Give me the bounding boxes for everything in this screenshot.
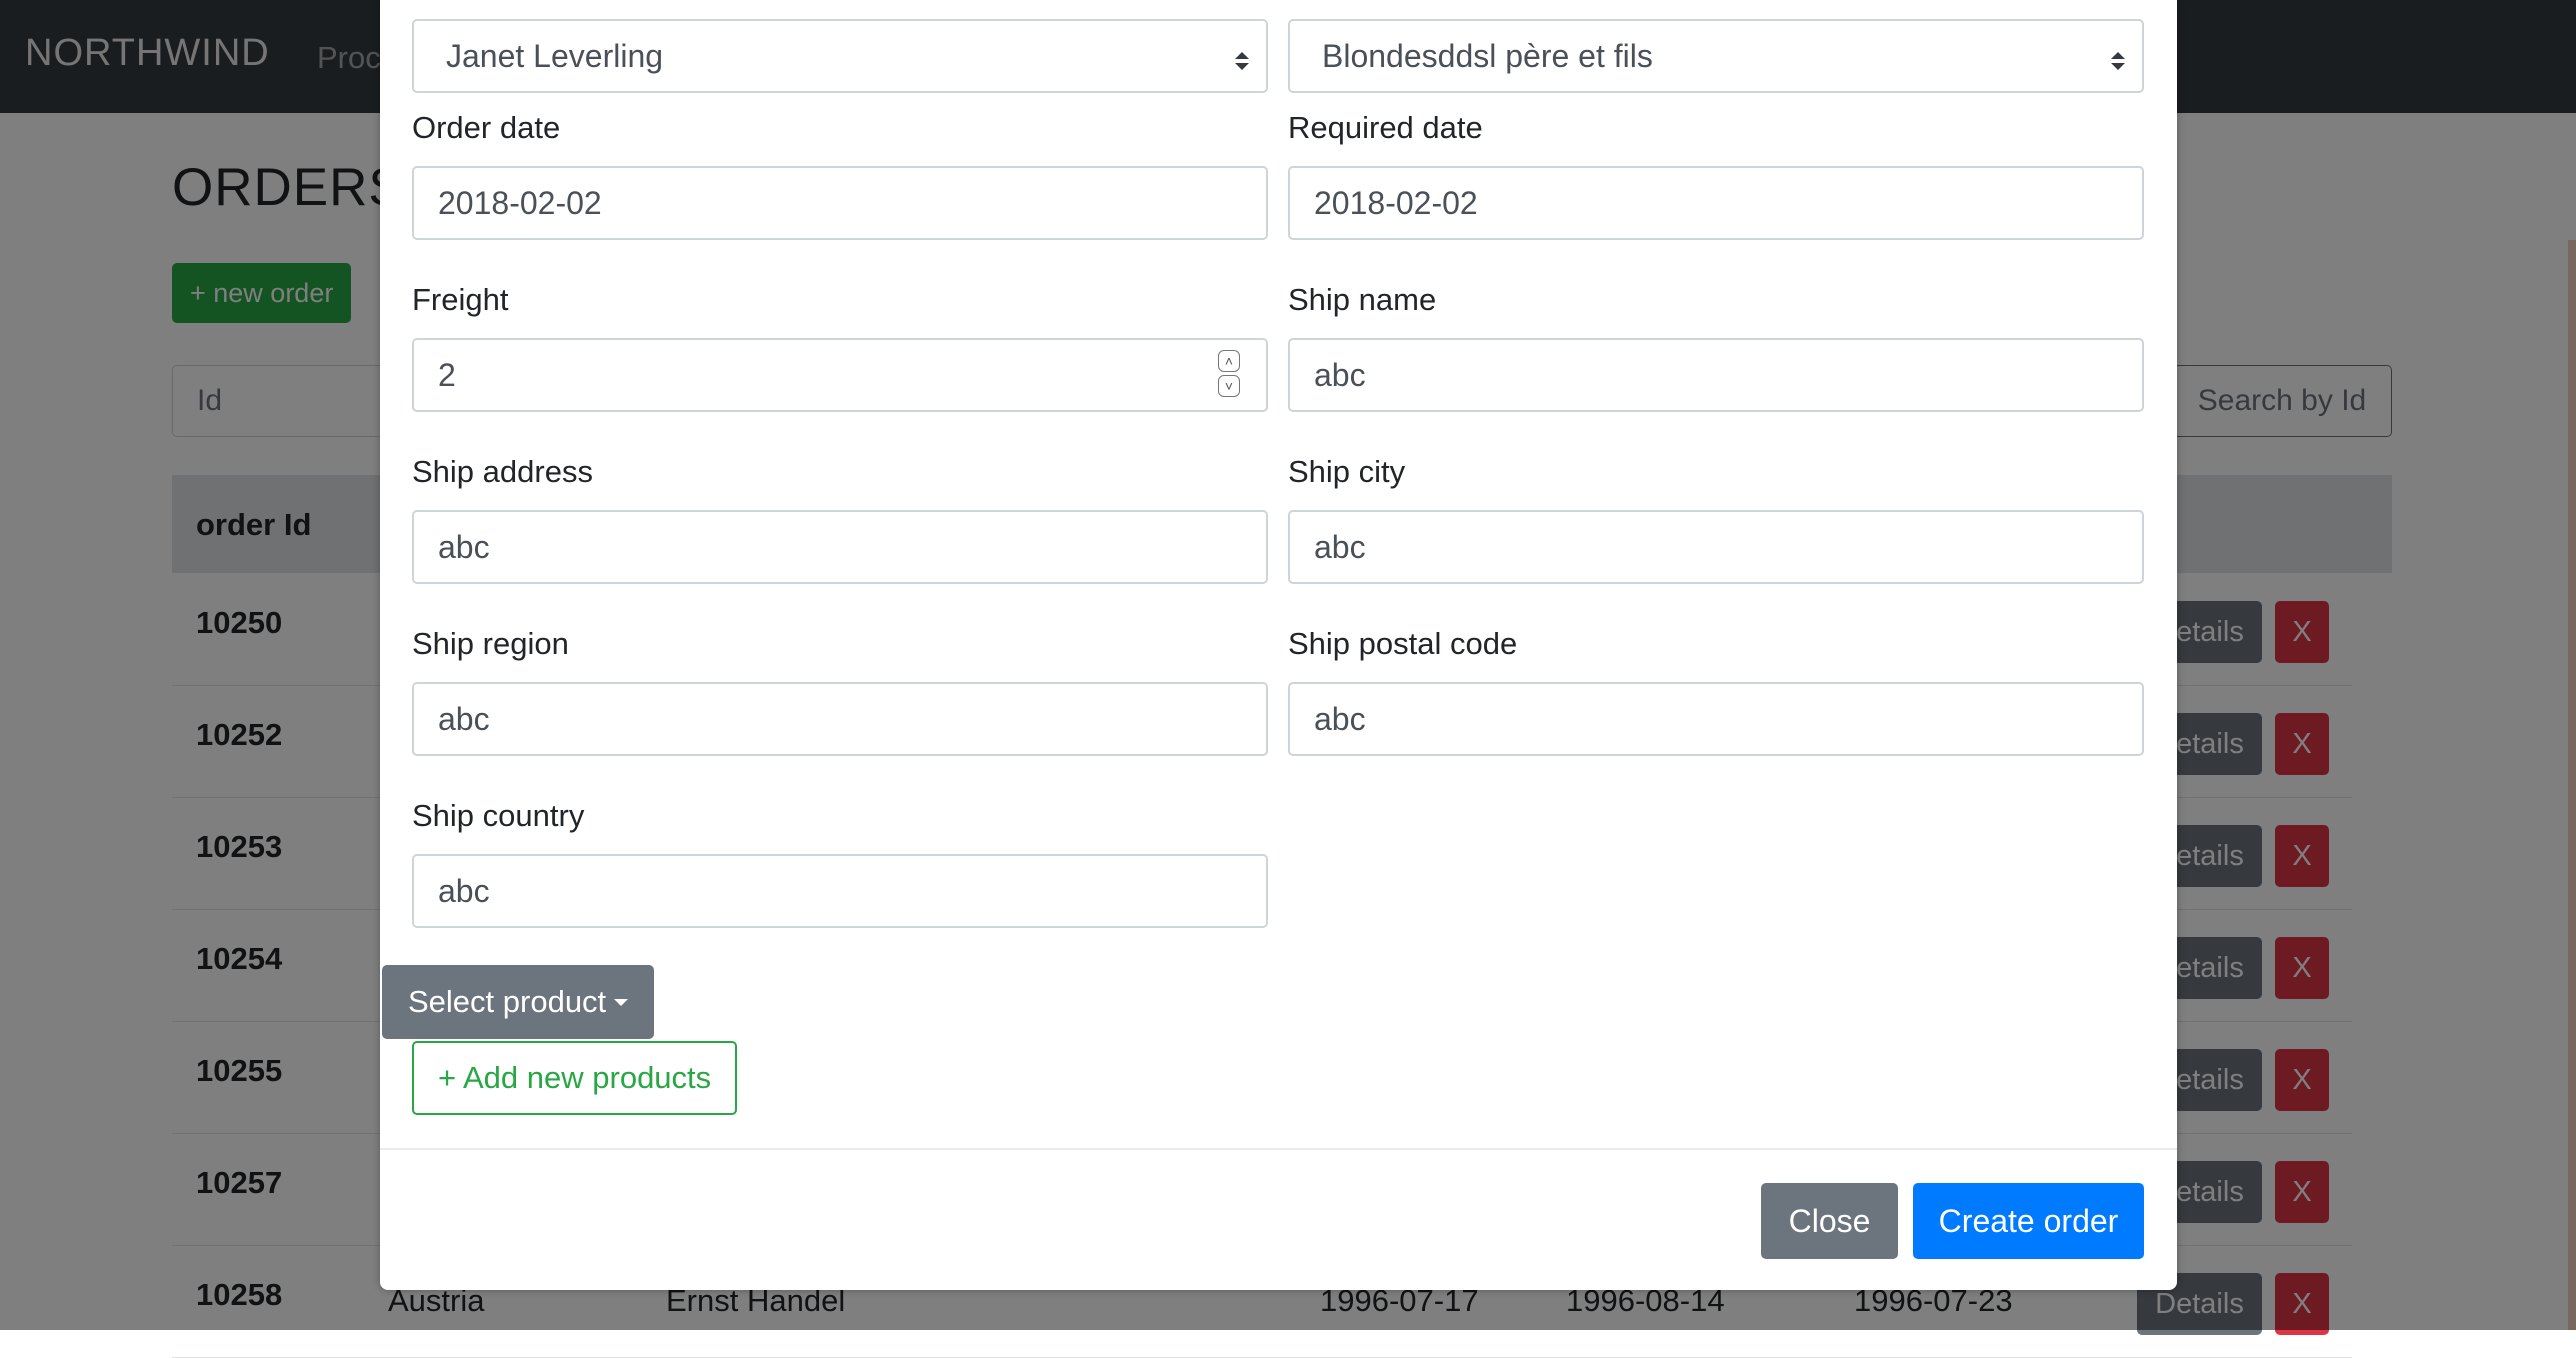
ship-region-label: Ship region: [412, 626, 569, 661]
add-new-products-button[interactable]: + Add new products: [412, 1041, 738, 1115]
caret-down-icon: [614, 998, 629, 1006]
new-order-modal: Janet Leverling Blondesddsl père et fils…: [380, 0, 2177, 1290]
customer-select-value: Blondesddsl père et fils: [1322, 37, 1653, 74]
ship-name-input[interactable]: abc: [1288, 338, 2144, 412]
ship-postal-code-label: Ship postal code: [1288, 626, 1518, 661]
create-order-button[interactable]: Create order: [1913, 1183, 2144, 1259]
modal-footer-divider: [380, 1148, 2177, 1150]
ship-region-input[interactable]: abc: [412, 682, 1268, 756]
required-date-input[interactable]: 2018-02-02: [1288, 166, 2144, 240]
close-button[interactable]: Close: [1761, 1183, 1898, 1259]
number-spinner[interactable]: ˄ ˅: [1218, 350, 1242, 402]
required-date-label: Required date: [1288, 110, 1483, 145]
ship-city-label: Ship city: [1288, 454, 1406, 489]
select-product-label: Select product: [408, 984, 607, 1019]
spinner-down-icon[interactable]: ˅: [1218, 375, 1240, 397]
customer-select[interactable]: Blondesddsl père et fils: [1288, 19, 2144, 93]
order-date-label: Order date: [412, 110, 561, 145]
freight-label: Freight: [412, 282, 509, 317]
ship-country-input[interactable]: abc: [412, 854, 1268, 928]
ship-postal-code-input[interactable]: abc: [1288, 682, 2144, 756]
select-product-dropdown[interactable]: Select product: [382, 965, 655, 1039]
employee-select-value: Janet Leverling: [446, 37, 664, 74]
employee-select[interactable]: Janet Leverling: [412, 19, 1268, 93]
ship-address-input[interactable]: abc: [412, 510, 1268, 584]
freight-value: 2: [438, 356, 456, 393]
ship-address-label: Ship address: [412, 454, 593, 489]
order-date-input[interactable]: 2018-02-02: [412, 166, 1268, 240]
freight-input[interactable]: 2 ˄ ˅: [412, 338, 1268, 412]
ship-country-label: Ship country: [412, 798, 585, 833]
ship-name-label: Ship name: [1288, 282, 1437, 317]
ship-city-input[interactable]: abc: [1288, 510, 2144, 584]
spinner-up-icon[interactable]: ˄: [1218, 350, 1240, 372]
